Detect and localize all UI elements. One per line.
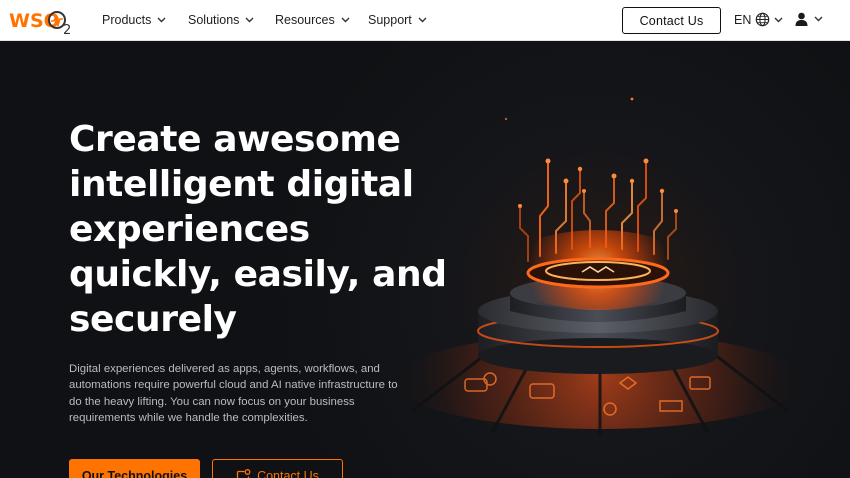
nav-item-products[interactable]: Products bbox=[102, 13, 166, 27]
hero-subtext: Digital experiences delivered as apps, a… bbox=[69, 363, 398, 424]
nav-label: Solutions bbox=[188, 13, 240, 27]
chat-icon bbox=[236, 469, 251, 478]
chevron-down-icon bbox=[418, 17, 427, 23]
chevron-down-icon bbox=[245, 17, 254, 23]
nav-item-solutions[interactable]: Solutions bbox=[188, 13, 254, 27]
chevron-down-icon bbox=[774, 17, 783, 22]
hero-section: Create awesome intelligent digital exper… bbox=[0, 41, 850, 478]
nav-label: Products bbox=[102, 13, 152, 27]
globe-icon bbox=[756, 12, 770, 27]
language-selector[interactable]: EN bbox=[734, 12, 783, 27]
logo-subscript: 2 bbox=[63, 23, 71, 36]
chevron-down-icon bbox=[157, 17, 166, 23]
nav-item-support[interactable]: Support bbox=[368, 13, 427, 27]
user-menu[interactable] bbox=[795, 12, 823, 26]
language-code: EN bbox=[734, 12, 752, 27]
user-icon bbox=[795, 12, 808, 26]
top-navbar: WSO 2 Products Solutions Resources Suppo… bbox=[0, 0, 850, 41]
nav-item-resources[interactable]: Resources bbox=[275, 13, 350, 27]
chevron-down-icon bbox=[814, 16, 823, 22]
hero-headline: Create awesome intelligent digital exper… bbox=[69, 119, 447, 340]
wso2-logo[interactable]: WSO 2 bbox=[8, 6, 74, 38]
hero-contact-us-button[interactable]: Contact Us bbox=[212, 459, 343, 478]
hero-contact-us-label: Contact Us bbox=[257, 469, 319, 478]
our-technologies-button[interactable]: Our Technologies bbox=[69, 459, 200, 478]
contact-us-button[interactable]: Contact Us bbox=[622, 7, 721, 34]
chevron-down-icon bbox=[341, 17, 350, 23]
nav-label: Resources bbox=[275, 13, 335, 27]
nav-label: Support bbox=[368, 13, 412, 27]
